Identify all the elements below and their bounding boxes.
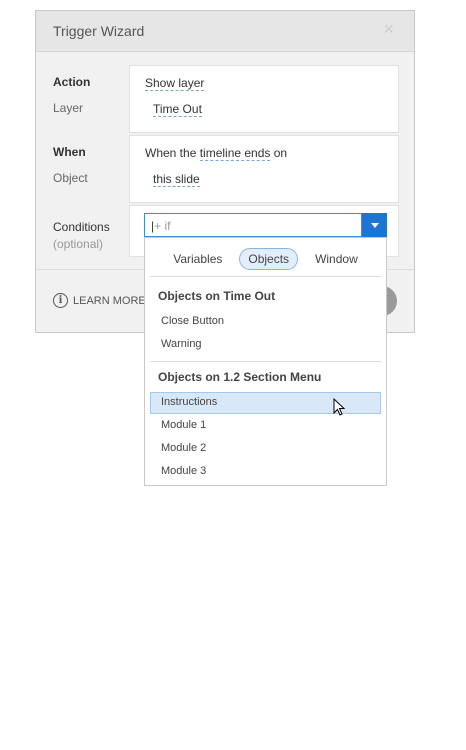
action-labels: Action Layer [53, 75, 90, 115]
when-sentence: When the timeline ends on [145, 146, 288, 161]
list-item-warning[interactable]: Warning [150, 334, 381, 356]
dropdown-tabs: Variables Objects Window [145, 248, 386, 270]
action-value[interactable]: Show layer [145, 76, 205, 91]
when-prefix: When the [145, 146, 200, 160]
list-item-close-button[interactable]: Close Button [150, 311, 381, 333]
layer-label: Layer [53, 101, 84, 115]
mouse-pointer-icon [333, 398, 346, 416]
tab-objects[interactable]: Objects [239, 248, 299, 270]
action-panel: Show layer Time Out [129, 65, 399, 133]
learn-more-label: LEARN MORE [73, 294, 146, 307]
condition-dropdown: Variables Objects Window Objects on Time… [144, 237, 387, 486]
object-label: Object [53, 171, 88, 185]
object-value[interactable]: this slide [153, 172, 200, 187]
dialog-title: Trigger Wizard [53, 23, 145, 39]
conditions-label: Conditions [53, 220, 110, 234]
dialog-titlebar: Trigger Wizard × [36, 11, 414, 52]
tab-window[interactable]: Window [306, 248, 367, 270]
list-item-module-3[interactable]: Module 3 [150, 461, 381, 483]
condition-input-value: + if [154, 219, 171, 233]
when-suffix: on [270, 146, 288, 160]
tab-variables[interactable]: Variables [164, 248, 231, 270]
when-event-link[interactable]: timeline ends [199, 146, 271, 161]
divider [150, 276, 381, 277]
when-label: When [53, 145, 86, 159]
dropdown-toggle-button[interactable] [362, 213, 387, 237]
conditions-labels: Conditions (optional) [53, 220, 110, 251]
list-item-module-1[interactable]: Module 1 [150, 415, 381, 437]
close-icon[interactable]: × [383, 19, 394, 40]
condition-input[interactable]: |+ if [144, 213, 362, 237]
action-label: Action [53, 75, 91, 89]
when-labels: When Object [53, 145, 88, 185]
group-title-section-menu: Objects on 1.2 Section Menu [158, 370, 322, 384]
divider [150, 361, 381, 362]
layer-value[interactable]: Time Out [153, 102, 202, 117]
optional-label: (optional) [53, 237, 104, 251]
when-panel: When the timeline ends on this slide [129, 135, 399, 203]
group-title-time-out: Objects on Time Out [158, 289, 276, 303]
info-icon: i [53, 293, 68, 308]
list-item-module-2[interactable]: Module 2 [150, 438, 381, 460]
learn-more-link[interactable]: i LEARN MORE [53, 293, 146, 308]
chevron-down-icon [370, 222, 379, 228]
